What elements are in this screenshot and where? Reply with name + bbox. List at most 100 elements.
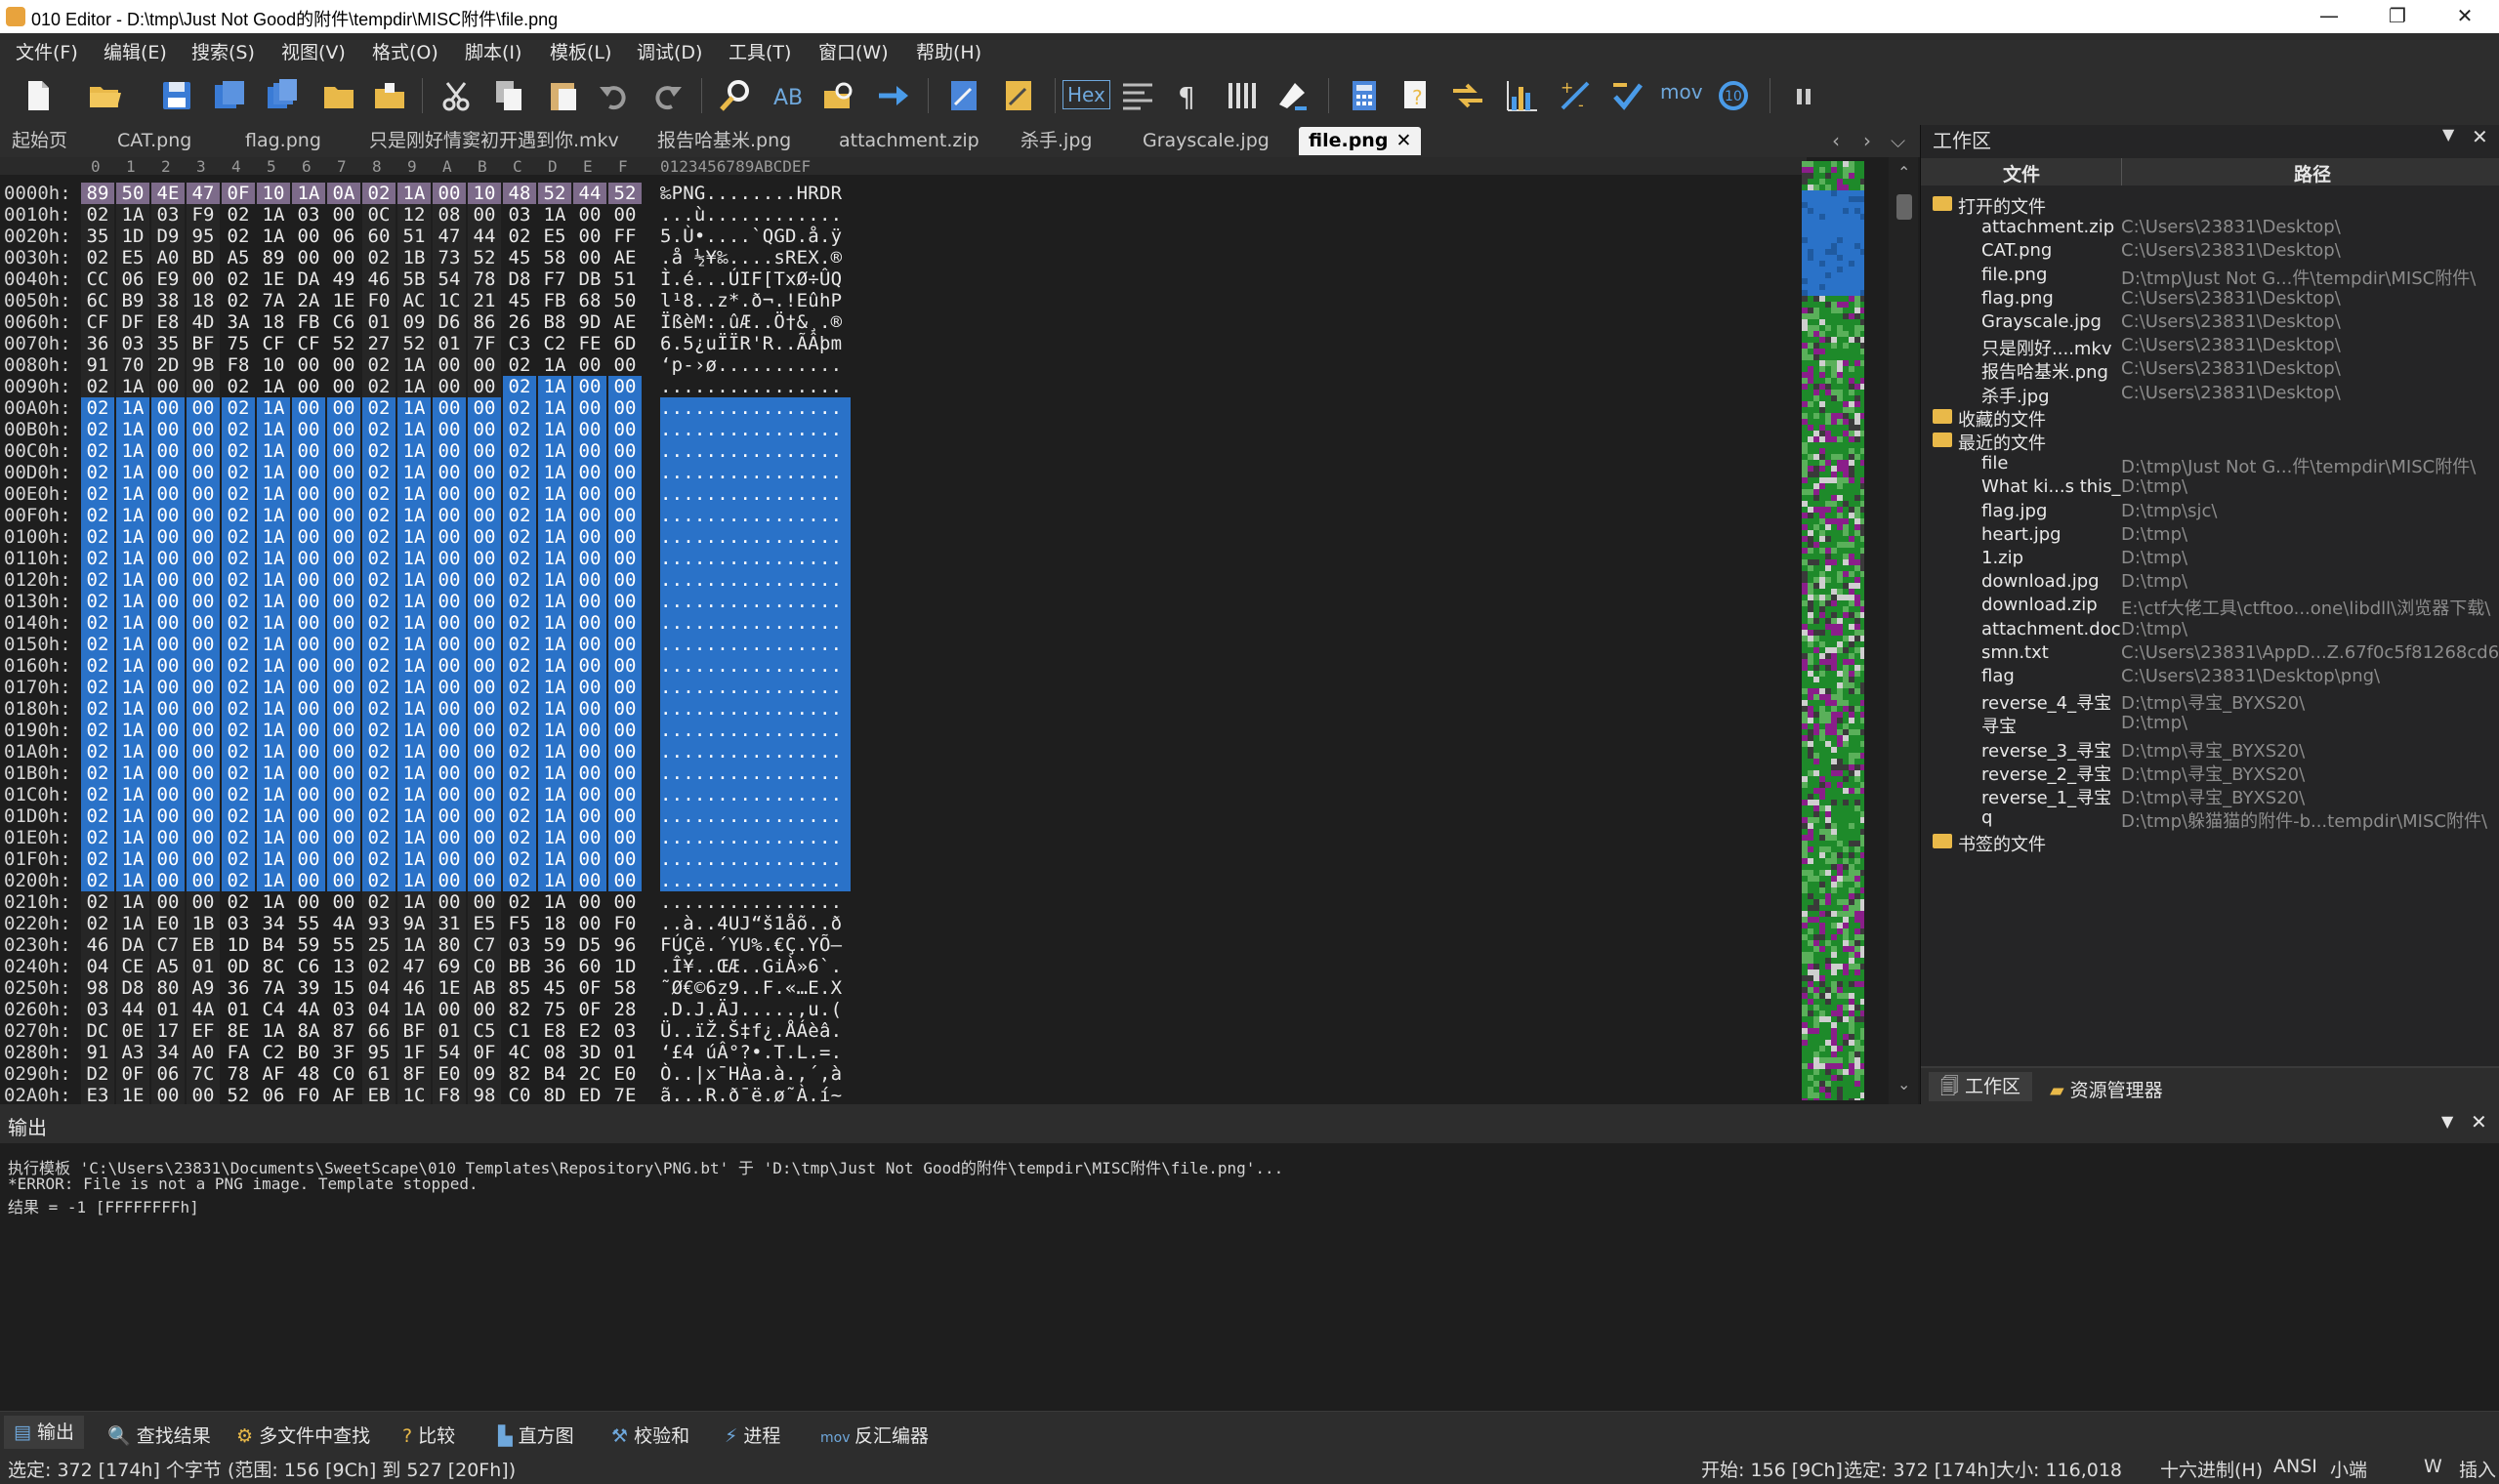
hex-row[interactable]: 0150h: 02 1A 00 00 02 1A 00 00 02 1A 00 00 02 1A 00 00..… [0, 634, 1797, 655]
hex-byte[interactable]: 1A [397, 891, 431, 913]
ascii-text[interactable]: ................ [660, 548, 851, 569]
hex-byte[interactable]: 00 [468, 548, 501, 569]
hex-byte[interactable]: 02 [362, 698, 396, 720]
hex-byte[interactable]: 02 [503, 655, 536, 677]
open-file-item[interactable]: file.png D:\tmp\Just Not G...件\tempdir\MI… [1921, 265, 2499, 289]
status-mode[interactable]: 十六进制(H) [2160, 1456, 2263, 1482]
hex-byte[interactable]: 91 [81, 354, 114, 376]
hex-byte[interactable]: F7 [538, 268, 571, 290]
hex-byte[interactable]: CF [81, 311, 114, 333]
hex-byte[interactable]: 02 [503, 354, 536, 376]
hex-byte[interactable]: 50 [116, 183, 149, 204]
hex-row[interactable]: 0080h: 91 70 2D 9B F8 10 00 00 02 1A 00 00 02 1A 00 00 ‘p… [0, 354, 1797, 376]
hex-byte[interactable]: 46 [362, 268, 396, 290]
hex-byte[interactable]: 1A [116, 763, 149, 784]
tab-workspace[interactable]: 🗐 工作区 [1929, 1072, 2033, 1101]
hex-byte[interactable]: 00 [187, 634, 220, 655]
hex-byte[interactable]: 00 [573, 763, 606, 784]
hex-byte[interactable]: 7E [608, 1085, 642, 1104]
hex-byte[interactable]: 1A [538, 891, 571, 913]
recent-file-item[interactable]: reverse_2_寻宝 D:\tmp\寻宝_BYXS20\ [1921, 761, 2499, 785]
hex-byte[interactable]: 00 [151, 462, 185, 483]
hex-byte[interactable]: 69 [433, 956, 466, 977]
hex-row[interactable]: 0240h: 04 CE A5 01 0D 8C C6 13 02 47 69 C0 BB 36 60 1D .Î… [0, 956, 1797, 977]
hex-byte[interactable]: 1A [116, 720, 149, 741]
hex-byte[interactable]: 1A [538, 397, 571, 419]
hex-byte[interactable]: 02 [503, 548, 536, 569]
hex-byte[interactable]: 00 [573, 483, 606, 505]
tab-find-results[interactable]: 🔍 查找结果 [107, 1422, 211, 1448]
hex-byte[interactable]: 1B [187, 913, 220, 934]
hex-byte[interactable]: 00 [573, 805, 606, 827]
hex-byte[interactable]: 1A [538, 848, 571, 870]
hex-byte[interactable]: F0 [608, 913, 642, 934]
hex-byte[interactable]: 52 [608, 183, 642, 204]
hex-byte[interactable]: 00 [608, 677, 642, 698]
folder-icon[interactable] [320, 77, 357, 114]
hex-byte[interactable]: 02 [362, 634, 396, 655]
hex-byte[interactable]: C0 [468, 956, 501, 977]
hex-byte[interactable]: C5 [468, 1020, 501, 1042]
hex-byte[interactable]: 03 [222, 913, 255, 934]
hex-byte[interactable]: 00 [468, 419, 501, 440]
tab-hajimi-png[interactable]: 报告哈基米.png [647, 127, 801, 155]
hex-byte[interactable]: 00 [468, 505, 501, 526]
hex-byte[interactable]: F8 [433, 1085, 466, 1104]
hex-byte[interactable]: 00 [327, 827, 360, 848]
hex-byte[interactable]: 93 [362, 913, 396, 934]
hex-byte[interactable]: 68 [573, 290, 606, 311]
tab-disassembler[interactable]: mov 反汇编器 [820, 1422, 929, 1448]
hex-byte[interactable]: 12 [397, 204, 431, 226]
hex-byte[interactable]: 00 [292, 634, 325, 655]
hex-byte[interactable]: 00 [433, 569, 466, 591]
hex-byte[interactable]: 1A [257, 419, 290, 440]
hex-byte[interactable]: 0D [222, 956, 255, 977]
hex-byte[interactable]: 02 [503, 612, 536, 634]
hex-byte[interactable]: 0C [362, 204, 396, 226]
hex-byte[interactable]: 00 [433, 548, 466, 569]
hex-byte[interactable]: FF [608, 226, 642, 247]
hex-byte[interactable]: F9 [187, 204, 220, 226]
hex-byte[interactable]: 00 [608, 612, 642, 634]
hex-byte[interactable]: 73 [433, 247, 466, 268]
hex-byte[interactable]: 00 [292, 226, 325, 247]
ascii-text[interactable]: ................ [660, 763, 851, 784]
hex-byte[interactable]: 00 [573, 720, 606, 741]
hex-row[interactable]: 0220h: 02 1A E0 1B 03 34 55 4A 93 9A 31 E5 F5 18 00 F0..… [0, 913, 1797, 934]
hex-byte[interactable]: 00 [608, 827, 642, 848]
hex-byte[interactable]: 00 [608, 805, 642, 827]
recent-file-item[interactable]: 寻宝 D:\tmp\ [1921, 713, 2499, 737]
ascii-text[interactable]: ................ [660, 526, 851, 548]
hex-byte[interactable]: 00 [433, 462, 466, 483]
hex-byte[interactable]: 02 [222, 268, 255, 290]
hex-byte[interactable]: 00 [608, 634, 642, 655]
hex-byte[interactable]: 70 [116, 354, 149, 376]
hex-byte[interactable]: 00 [573, 376, 606, 397]
tab-killer-jpg[interactable]: 杀手.jpg [1011, 127, 1102, 155]
ascii-text[interactable]: ................ [660, 397, 851, 419]
hex-byte[interactable]: 00 [433, 376, 466, 397]
hex-byte[interactable]: 09 [397, 311, 431, 333]
hex-byte[interactable]: 91 [81, 1042, 114, 1063]
hex-byte[interactable]: 00 [433, 741, 466, 763]
hex-byte[interactable]: 1D [116, 226, 149, 247]
mov-button[interactable]: mov [1660, 80, 1703, 103]
hex-byte[interactable]: 02 [362, 763, 396, 784]
ascii-text[interactable]: ................ [660, 634, 851, 655]
hex-byte[interactable]: 1A [116, 655, 149, 677]
hex-byte[interactable]: 00 [151, 677, 185, 698]
hex-byte[interactable]: 1A [257, 741, 290, 763]
hex-byte[interactable]: CF [292, 333, 325, 354]
hex-row[interactable]: 00F0h: 02 1A 00 00 02 1A 00 00 02 1A 00 00 02 1A 00 00..… [0, 505, 1797, 526]
hex-byte[interactable]: C2 [257, 1042, 290, 1063]
hex-byte[interactable]: 1A [538, 354, 571, 376]
recent-file-item[interactable]: smn.txt C:\Users\23831\AppD...Z.67f0c5f81… [1921, 642, 2499, 666]
tab-explorer[interactable]: ▰ 资源管理器 [2050, 1076, 2163, 1102]
hex-byte[interactable]: 1A [257, 612, 290, 634]
hex-byte[interactable]: 02 [81, 634, 114, 655]
show-whitespace-icon[interactable]: ¶ [1170, 77, 1207, 114]
hex-byte[interactable]: 1A [257, 827, 290, 848]
hex-byte[interactable]: 00 [292, 763, 325, 784]
hex-byte[interactable]: 00 [468, 763, 501, 784]
hex-byte[interactable]: 00 [573, 677, 606, 698]
